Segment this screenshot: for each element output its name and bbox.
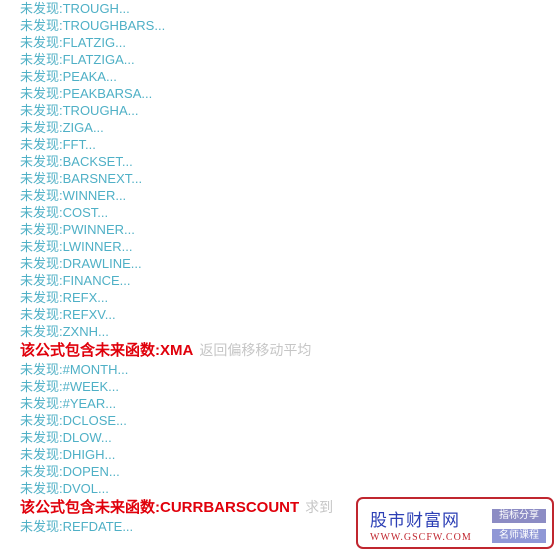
missing-function-line: 未发现:FLATZIG... — [20, 35, 126, 50]
missing-function-line: 未发现:DRAWLINE... — [20, 256, 142, 271]
warning-description: 返回偏移移动平均 — [199, 342, 312, 358]
missing-function-line: 未发现:ZXNH... — [20, 324, 109, 339]
missing-function-line: 未发现:PEAKA... — [20, 69, 117, 84]
missing-function-line: 未发现:#WEEK... — [20, 379, 119, 394]
missing-function-line: 未发现:REFXV... — [20, 307, 116, 322]
missing-function-line: 未发现:DLOW... — [20, 430, 112, 445]
missing-function-line: 未发现:COST... — [20, 205, 109, 220]
future-function-warning: 该公式包含未来函数:XMA 返回偏移移动平均 — [20, 340, 550, 361]
missing-function-line: 未发现:FFT... — [20, 137, 96, 152]
missing-function-line: 未发现:FLATZIGA... — [20, 52, 135, 67]
watermark-url: WWW.GSCFW.COM — [370, 532, 472, 543]
watermark-logo: 股市财富网 WWW.GSCFW.COM 指标分享 名师课程 — [356, 497, 554, 549]
formula-check-log: 未发现:TROUGH... 未发现:TROUGHBARS... 未发现:FLATZI… — [20, 0, 550, 535]
missing-function-line: 未发现:PEAKBARSA... — [20, 86, 153, 101]
missing-function-line: 未发现:DCLOSE... — [20, 413, 127, 428]
missing-function-line: 未发现:TROUGHA... — [20, 103, 139, 118]
missing-function-line: 未发现:PWINNER... — [20, 222, 135, 237]
missing-function-line: 未发现:#MONTH... — [20, 362, 129, 377]
missing-function-line: 未发现:DVOL... — [20, 481, 109, 496]
warning-description: 求到 — [305, 499, 334, 515]
missing-function-line: 未发现:FINANCE... — [20, 273, 131, 288]
warning-text: 该公式包含未来函数:XMA — [20, 342, 194, 359]
missing-function-line: 未发现:#YEAR... — [20, 396, 117, 411]
missing-function-line: 未发现:TROUGH... — [20, 1, 130, 16]
watermark-tag-share: 指标分享 — [492, 509, 546, 523]
missing-function-line: 未发现:ZIGA... — [20, 120, 104, 135]
missing-function-line: 未发现:BARSNEXT... — [20, 171, 143, 186]
missing-function-line: 未发现:WINNER... — [20, 188, 127, 203]
watermark-title: 股市财富网 — [370, 511, 460, 531]
missing-function-line: 未发现:TROUGHBARS... — [20, 18, 166, 33]
watermark-tag-course: 名师课程 — [492, 529, 546, 543]
missing-function-line: 未发现:REFX... — [20, 290, 109, 305]
missing-function-line: 未发现:LWINNER... — [20, 239, 133, 254]
missing-function-line: 未发现:BACKSET... — [20, 154, 133, 169]
missing-function-line: 未发现:DOPEN... — [20, 464, 120, 479]
missing-function-line: 未发现:DHIGH... — [20, 447, 116, 462]
warning-text: 该公式包含未来函数:CURRBARSCOUNT — [20, 499, 300, 516]
